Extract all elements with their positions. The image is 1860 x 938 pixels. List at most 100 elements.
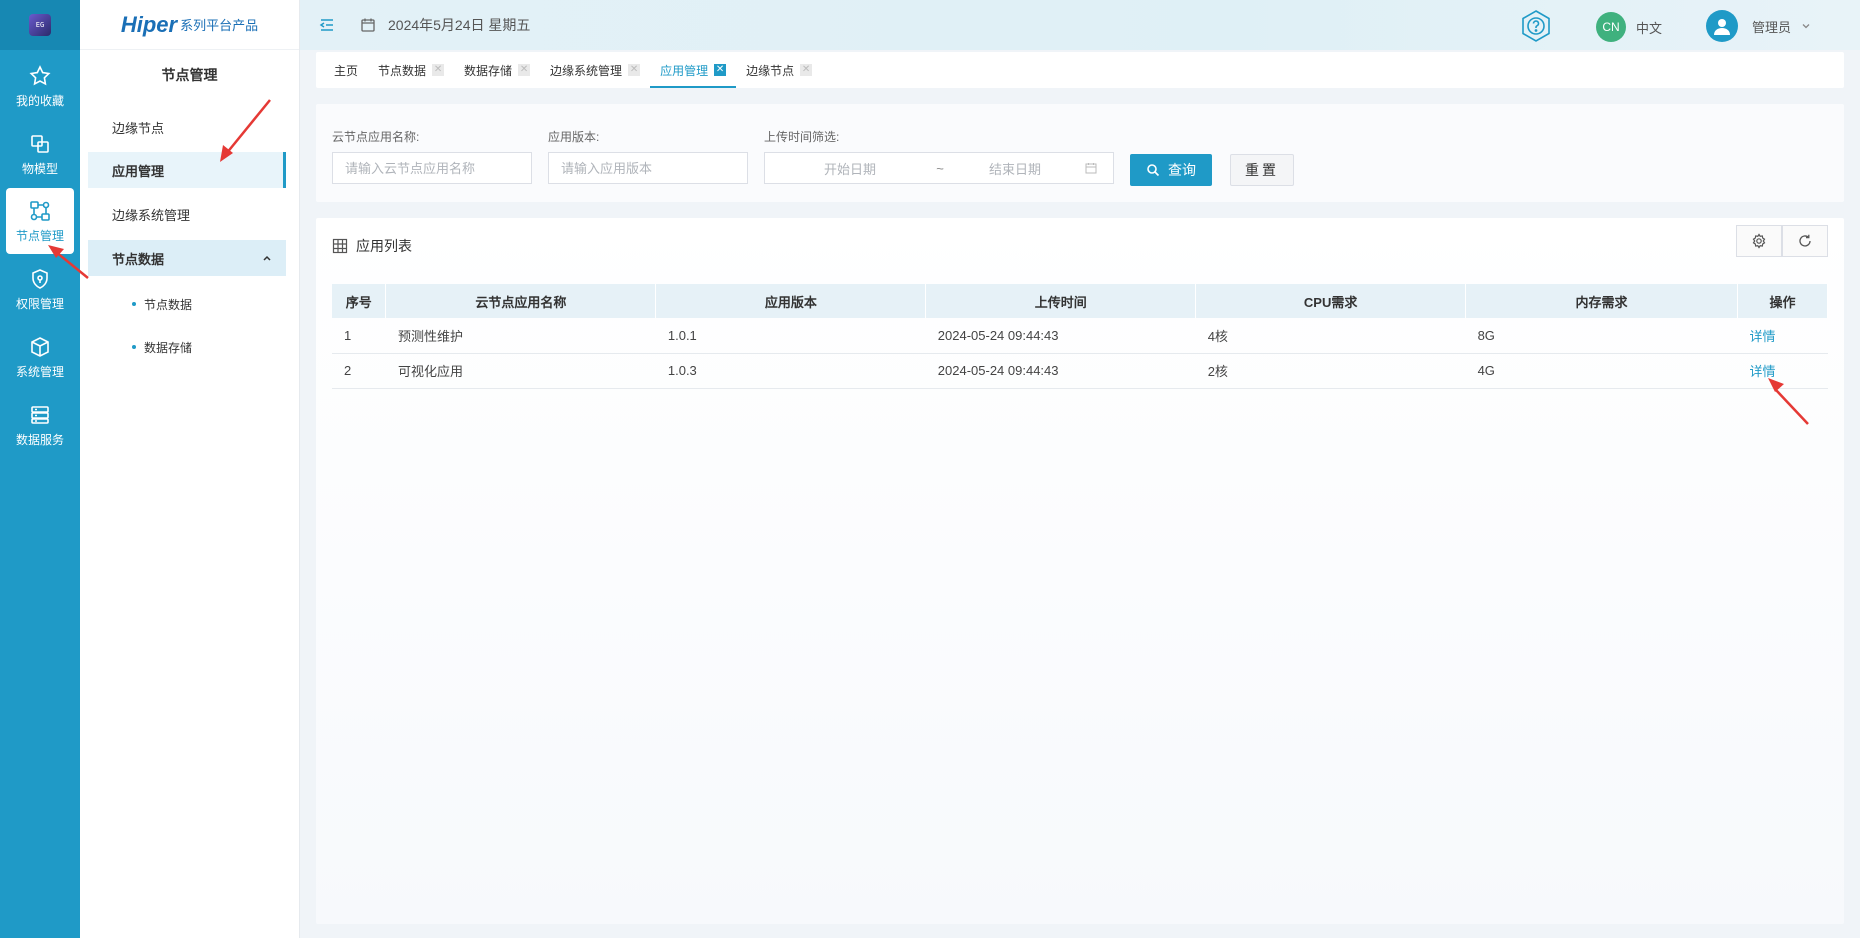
cell-upload-time: 2024-05-24 09:44:43 — [925, 353, 1196, 389]
reset-button[interactable]: 重置 — [1230, 154, 1294, 186]
sidebar-item-edge-system[interactable]: 边缘系统管理 — [88, 196, 286, 232]
sidebar-subitem-node-data[interactable]: 节点数据 — [88, 286, 286, 322]
cell-app-name: 可视化应用 — [385, 353, 656, 389]
icon-rail: EG 我的收藏 物模型 节点管理 权限管理 系统管理 数据服务 — [0, 0, 80, 938]
sidebar-item-label: 应用管理 — [112, 163, 165, 179]
column-header: 内存需求 — [1465, 284, 1738, 318]
rail-item-label: 权限管理 — [15, 296, 64, 311]
close-icon[interactable]: ✕ — [714, 64, 727, 76]
start-date-field[interactable]: 开始日期 — [765, 159, 935, 178]
rail-item-node[interactable]: 节点管理 — [6, 188, 74, 254]
model-icon — [31, 134, 49, 153]
search-panel: 云节点应用名称: 应用版本: 上传时间筛选: 开始日期 ~ 结束日期 查询 重置 — [316, 104, 1844, 202]
query-button[interactable]: 查询 — [1130, 154, 1212, 186]
tab-label: 主页 — [334, 63, 359, 78]
app-version-input[interactable] — [548, 152, 748, 184]
cell-index: 1 — [332, 318, 386, 354]
user-menu[interactable]: 管理员 — [1706, 10, 1811, 42]
app-version-label: 应用版本: — [548, 130, 600, 144]
list-header: 应用列表 — [332, 236, 412, 256]
tab-app-management[interactable]: 应用管理 ✕ — [650, 52, 737, 88]
table-row: 1 预测性维护 1.0.1 2024-05-24 09:44:43 4核 8G … — [332, 318, 1828, 354]
sidebar-item-label: 节点数据 — [112, 251, 165, 267]
tab-data-storage[interactable]: 数据存储 ✕ — [454, 52, 540, 88]
brand-name: Hiper — [120, 11, 178, 37]
menu-toggle-icon[interactable] — [318, 16, 336, 34]
tab-label: 应用管理 — [660, 63, 709, 78]
query-button-label: 查询 — [1168, 162, 1196, 178]
cell-memory: 4G — [1465, 353, 1738, 389]
sidebar-item-label: 边缘节点 — [112, 120, 165, 136]
end-date-field[interactable]: 结束日期 — [945, 159, 1085, 178]
column-header: 序号 — [332, 284, 387, 318]
calendar-icon — [1085, 163, 1097, 174]
rail-item-data-service[interactable]: 数据服务 — [6, 392, 74, 458]
tab-node-data[interactable]: 节点数据 ✕ — [368, 52, 454, 88]
table-header-row: 序号 云节点应用名称 应用版本 上传时间 CPU需求 内存需求 操作 — [332, 284, 1829, 318]
sidebar-item-edge-node[interactable]: 边缘节点 — [88, 109, 286, 145]
server-icon — [31, 405, 49, 424]
list-title: 应用列表 — [356, 238, 412, 254]
tab-home[interactable]: 主页 — [324, 52, 368, 88]
detail-link[interactable]: 详情 — [1749, 329, 1775, 344]
sidebar-subitem-data-storage[interactable]: 数据存储 — [88, 329, 286, 365]
app-name-label: 云节点应用名称: — [332, 130, 420, 144]
node-icon — [30, 200, 50, 221]
language-switcher[interactable]: CN 中文 — [1596, 12, 1662, 42]
close-icon[interactable]: ✕ — [432, 64, 445, 76]
rail-item-favorites[interactable]: 我的收藏 — [6, 53, 74, 119]
current-date: 2024年5月24日 星期五 — [388, 17, 531, 33]
app-logo-icon: EG — [29, 14, 51, 36]
date-range-picker[interactable]: 开始日期 ~ 结束日期 — [764, 152, 1114, 184]
cell-version: 1.0.3 — [655, 353, 926, 389]
cell-action: 详情 — [1737, 353, 1828, 389]
detail-link[interactable]: 详情 — [1749, 364, 1775, 379]
tab-edge-system[interactable]: 边缘系统管理 ✕ — [540, 52, 650, 88]
refresh-icon — [1799, 234, 1811, 247]
secondary-sidebar: Hiper 系列平台产品 节点管理 边缘节点 应用管理 边缘系统管理 节点数据 … — [80, 0, 300, 938]
sidebar-subitem-label: 数据存储 — [144, 340, 193, 355]
cell-version: 1.0.1 — [655, 318, 926, 354]
sidebar-subitem-label: 节点数据 — [144, 297, 193, 312]
rail-item-label: 系统管理 — [15, 364, 64, 379]
close-icon[interactable]: ✕ — [628, 64, 641, 76]
table-row: 2 可视化应用 1.0.3 2024-05-24 09:44:43 2核 4G … — [332, 353, 1828, 389]
rail-item-permission[interactable]: 权限管理 — [6, 256, 74, 322]
app-list-panel: 应用列表 序号 云节点应用名称 应用版本 上传时间 CPU需求 内存需求 操作 … — [316, 218, 1844, 924]
rail-item-model[interactable]: 物模型 — [6, 121, 74, 187]
app-name-input[interactable] — [332, 152, 532, 184]
tab-bar: 主页 节点数据 ✕ 数据存储 ✕ 边缘系统管理 ✕ 应用管理 ✕ 边缘节点 ✕ — [316, 52, 1844, 88]
cell-index: 2 — [332, 353, 386, 389]
sidebar-item-app-management[interactable]: 应用管理 — [88, 152, 286, 188]
avatar — [1706, 10, 1738, 42]
help-icon[interactable] — [1518, 8, 1554, 44]
refresh-button[interactable] — [1782, 225, 1828, 257]
gear-icon — [1752, 233, 1766, 249]
tab-edge-node[interactable]: 边缘节点 ✕ — [736, 52, 822, 88]
chevron-up-icon — [263, 255, 271, 261]
close-icon[interactable]: ✕ — [800, 64, 813, 76]
upload-time-label: 上传时间筛选: — [764, 130, 840, 144]
settings-button[interactable] — [1736, 225, 1782, 257]
tab-label: 边缘节点 — [746, 63, 795, 78]
tab-label: 边缘系统管理 — [550, 63, 623, 78]
star-icon — [29, 64, 51, 85]
sidebar-title: 节点管理 — [161, 67, 218, 83]
rail-item-label: 节点管理 — [15, 228, 64, 243]
close-icon[interactable]: ✕ — [518, 64, 531, 76]
table-icon — [332, 238, 348, 254]
column-header: 上传时间 — [925, 284, 1197, 318]
sidebar-item-label: 边缘系统管理 — [112, 207, 191, 223]
rail-item-system[interactable]: 系统管理 — [6, 324, 74, 390]
range-separator: ~ — [936, 160, 944, 176]
column-header: 应用版本 — [655, 284, 927, 318]
app-logo: EG — [0, 0, 80, 50]
rail-item-label: 我的收藏 — [15, 93, 64, 108]
cell-cpu: 2核 — [1195, 353, 1466, 389]
bullet-icon — [132, 302, 136, 306]
column-header: 操作 — [1737, 284, 1829, 318]
cell-upload-time: 2024-05-24 09:44:43 — [925, 318, 1196, 354]
sidebar-group-node-data[interactable]: 节点数据 — [88, 240, 286, 276]
user-name: 管理员 — [1752, 19, 1792, 35]
app-table: 序号 云节点应用名称 应用版本 上传时间 CPU需求 内存需求 操作 1 预测性… — [332, 284, 1829, 389]
